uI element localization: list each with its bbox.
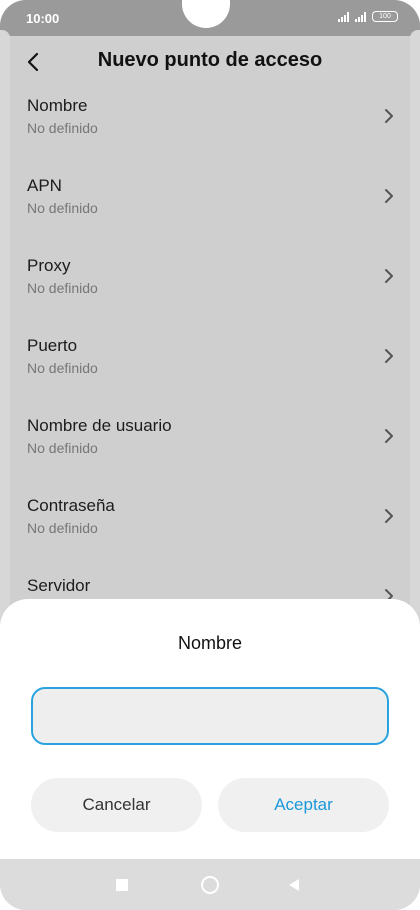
chevron-right-icon [385, 349, 393, 363]
navigation-bar [0, 859, 420, 910]
chevron-right-icon [385, 109, 393, 123]
list-item-subtitle: No definido [27, 520, 98, 536]
accept-button[interactable]: Aceptar [218, 778, 389, 832]
list-item-subtitle: No definido [27, 440, 98, 456]
chevron-right-icon [385, 269, 393, 283]
chevron-right-icon [385, 509, 393, 523]
battery-icon: 100 [372, 11, 398, 22]
screen: 10:00 100 Nuevo punto de acceso Nombre N… [0, 0, 420, 910]
status-bar: 10:00 100 [0, 0, 420, 36]
list-item-subtitle: No definido [27, 200, 98, 216]
list-item-title: Servidor [27, 576, 91, 595]
signal-icon [338, 12, 349, 22]
cancel-button[interactable]: Cancelar [31, 778, 202, 832]
recent-apps-icon[interactable] [116, 879, 128, 891]
signal-icon [355, 12, 366, 22]
list-item-nombre[interactable]: Nombre No definido [0, 88, 420, 168]
apn-settings-list: Nombre No definido APN No definido Proxy… [0, 88, 420, 648]
list-item-puerto[interactable]: Puerto No definido [0, 328, 420, 408]
dialog-title: Nombre [177, 633, 243, 653]
chevron-right-icon [385, 429, 393, 443]
name-input-dialog: Nombre Cancelar Aceptar [0, 599, 420, 859]
list-item-proxy[interactable]: Proxy No definido [0, 248, 420, 328]
list-item-apn[interactable]: APN No definido [0, 168, 420, 248]
list-item-subtitle: No definido [27, 280, 98, 296]
chevron-right-icon [385, 189, 393, 203]
page-title: Nuevo punto de acceso [97, 49, 323, 71]
list-item-title: Nombre [27, 96, 88, 115]
header: Nuevo punto de acceso [0, 40, 420, 84]
phone-frame: 10:00 100 Nuevo punto de acceso Nombre N… [0, 0, 420, 910]
list-item-contrasena[interactable]: Contraseña No definido [0, 488, 420, 568]
home-icon[interactable] [201, 876, 219, 894]
status-icons: 100 [338, 11, 398, 22]
list-item-title: APN [27, 176, 62, 195]
list-item-subtitle: No definido [27, 360, 98, 376]
list-item-title: Proxy [27, 256, 71, 275]
list-item-title: Puerto [27, 336, 78, 355]
back-icon[interactable] [288, 878, 300, 892]
list-item-nombre-de-usuario[interactable]: Nombre de usuario No definido [0, 408, 420, 488]
camera-notch [182, 0, 230, 28]
list-item-subtitle: No definido [27, 120, 98, 136]
list-item-title: Nombre de usuario [27, 416, 172, 435]
status-time: 10:00 [26, 11, 60, 26]
name-input[interactable] [31, 687, 389, 745]
list-item-title: Contraseña [27, 496, 115, 515]
